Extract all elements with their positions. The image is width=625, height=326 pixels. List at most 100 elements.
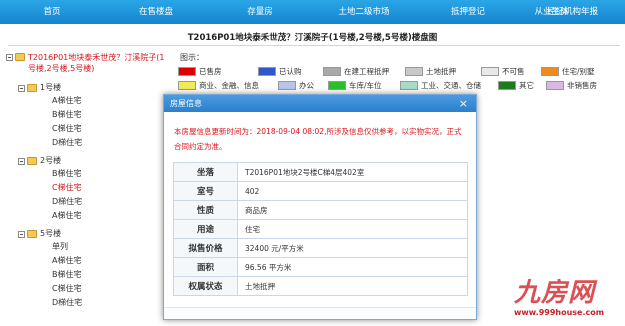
legend-label: 工业、交通、仓储: [421, 80, 481, 90]
legend-item: 工业、交通、仓储: [400, 80, 498, 91]
field-label: 坐落: [173, 162, 238, 182]
legend-label: 其它: [519, 80, 534, 90]
legend-row: 商业、金融、信息 办公 车库/车位 工业、交通、仓储 其它 非销售房: [178, 78, 618, 92]
tree-unit-selected[interactable]: C梯住宅: [52, 181, 166, 195]
nav-land-market[interactable]: 土地二级市场: [312, 0, 416, 24]
tree-unit[interactable]: A梯住宅: [52, 209, 166, 223]
swatch: [178, 66, 196, 76]
nav-resale[interactable]: 存量房: [208, 0, 312, 24]
dialog-title: 房屋信息: [170, 99, 202, 108]
site-watermark: 九房网 www.999house.com: [514, 278, 622, 324]
tree-unit[interactable]: 单列: [52, 240, 166, 254]
legend-label: 已认购: [279, 66, 302, 76]
table-row: 面积 96.56 平方米: [173, 257, 468, 277]
collapse-icon[interactable]: [18, 157, 25, 165]
field-label: 面积: [173, 257, 238, 277]
legend-item: 已认购: [258, 66, 323, 77]
legend-item: 非销售房: [546, 80, 614, 91]
tree-root-label[interactable]: T2016P01地块泰禾世茂？汀溪院子(1号楼,2号楼,5号楼): [28, 52, 166, 74]
tree-group-label[interactable]: 5号楼: [40, 228, 61, 239]
swatch: [178, 80, 196, 90]
page-title: T2016P01地块泰禾世茂？汀溪院子(1号楼,2号楼,5号楼)楼盘图: [187, 33, 438, 43]
tree-unit[interactable]: C梯住宅: [52, 282, 166, 296]
legend-item: 土地抵押: [405, 66, 481, 77]
tree-unit[interactable]: D梯住宅: [52, 195, 166, 209]
legend-label: 已售房: [199, 66, 222, 76]
tree-unit[interactable]: A梯住宅: [52, 94, 166, 108]
table-row: 室号 402: [173, 181, 468, 201]
watermark-url: www.999house.com: [514, 308, 605, 317]
field-label: 权属状态: [173, 276, 238, 296]
house-info-dialog: 房屋信息 × 本房屋信息更新时间为：2018-09-04 08:02,所涉及信息…: [163, 94, 477, 320]
table-row: 坐落 T2016P01地块2号楼C梯4层402室: [173, 162, 468, 182]
swatch: [278, 80, 296, 90]
dialog-header[interactable]: 房屋信息 ×: [164, 95, 476, 112]
swatch: [400, 80, 418, 90]
update-notice: 本房屋信息更新时间为：2018-09-04 08:02,所涉及信息仅供参考，以实…: [174, 127, 462, 151]
table-row: 性质 商品房: [173, 200, 468, 220]
tree-group-label[interactable]: 1号楼: [40, 82, 61, 93]
legend-label: 土地抵押: [426, 66, 456, 76]
legend-item: 已售房: [178, 66, 258, 77]
dialog-footer: [164, 307, 476, 319]
field-label: 性质: [173, 200, 238, 220]
legend-row: 已售房 已认购 在建工程抵押 土地抵押 不可售 住宅/别墅: [178, 64, 618, 78]
tree-unit[interactable]: B梯住宅: [52, 167, 166, 181]
field-value: 402: [237, 181, 468, 201]
legend-label: 非销售房: [567, 80, 597, 90]
tree-unit[interactable]: C梯住宅: [52, 122, 166, 136]
field-value: 96.56 平方米: [237, 257, 468, 277]
tree-unit[interactable]: D梯住宅: [52, 136, 166, 150]
legend-label: 商业、金融、信息: [199, 80, 259, 90]
field-value: T2016P01地块2号楼C梯4层402室: [237, 162, 468, 182]
table-row: 用途 住宅: [173, 219, 468, 239]
tree-group-2[interactable]: 2号楼: [18, 153, 166, 167]
collapse-icon[interactable]: [18, 84, 25, 92]
nav-practitioners[interactable]: 从业主体: [478, 0, 625, 24]
legend-label: 办公: [299, 80, 314, 90]
collapse-icon[interactable]: [6, 54, 13, 61]
field-value: 住宅: [237, 219, 468, 239]
field-value: 土地抵押: [237, 276, 468, 296]
legend-item: 住宅/别墅: [541, 66, 613, 77]
legend-label: 不可售: [502, 66, 525, 76]
building-tree: T2016P01地块泰禾世茂？汀溪院子(1号楼,2号楼,5号楼) 1号楼 A梯住…: [6, 52, 166, 310]
swatch: [258, 66, 276, 76]
legend-label: 车库/车位: [349, 80, 382, 90]
nav-new-homes[interactable]: 在售楼盘: [104, 0, 208, 24]
field-value: 32400 元/平方米: [237, 238, 468, 258]
swatch: [481, 66, 499, 76]
house-info-table: 坐落 T2016P01地块2号楼C梯4层402室 室号 402 性质 商品房 用…: [173, 162, 468, 296]
tree-group-label[interactable]: 2号楼: [40, 155, 61, 166]
legend-label: 在建工程抵押: [344, 66, 389, 76]
watermark-logo: 九房网: [514, 278, 596, 308]
folder-icon: [27, 83, 37, 92]
legend: 已售房 已认购 在建工程抵押 土地抵押 不可售 住宅/别墅 商业、金融、信息 办…: [178, 64, 618, 92]
tree-unit[interactable]: A梯住宅: [52, 254, 166, 268]
legend-item: 车库/车位: [328, 80, 400, 91]
legend-item: 商业、金融、信息: [178, 80, 278, 91]
tree-group-1[interactable]: 1号楼: [18, 80, 166, 94]
field-value: 商品房: [237, 200, 468, 220]
legend-label: 住宅/别墅: [562, 66, 595, 76]
swatch: [546, 80, 564, 90]
close-icon[interactable]: ×: [459, 95, 468, 112]
swatch: [498, 80, 516, 90]
swatch: [323, 66, 341, 76]
swatch: [541, 66, 559, 76]
nav-home[interactable]: 首页: [0, 0, 104, 24]
swatch: [328, 80, 346, 90]
tree-unit[interactable]: B梯住宅: [52, 108, 166, 122]
tree-unit[interactable]: D梯住宅: [52, 296, 166, 310]
field-label: 拟售价格: [173, 238, 238, 258]
field-label: 用途: [173, 219, 238, 239]
collapse-icon[interactable]: [18, 230, 25, 238]
table-row: 拟售价格 32400 元/平方米: [173, 238, 468, 258]
folder-icon: [27, 156, 37, 165]
table-row: 权属状态 土地抵押: [173, 276, 468, 296]
tree-unit[interactable]: B梯住宅: [52, 268, 166, 282]
title-divider: [8, 45, 620, 46]
tree-root[interactable]: T2016P01地块泰禾世茂？汀溪院子(1号楼,2号楼,5号楼): [6, 52, 166, 74]
tree-group-5[interactable]: 5号楼: [18, 226, 166, 240]
legend-item: 其它: [498, 80, 546, 91]
